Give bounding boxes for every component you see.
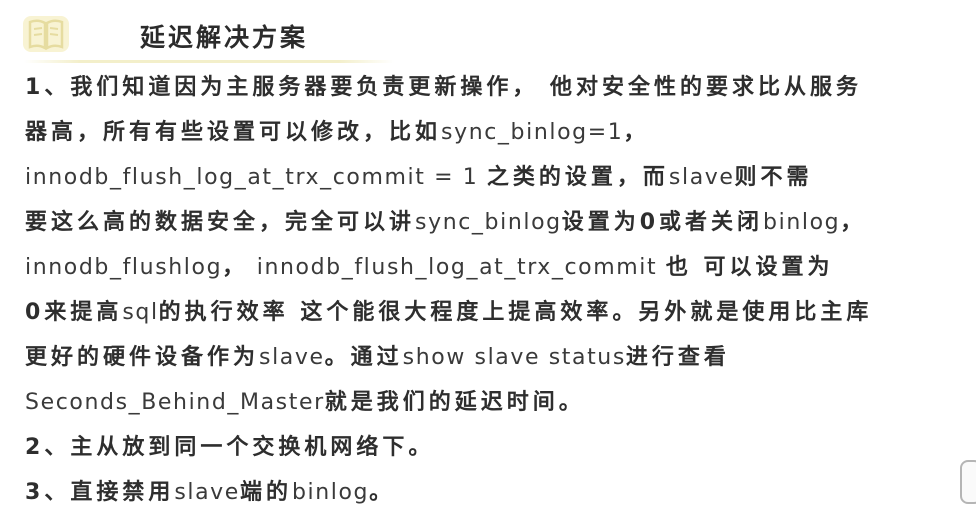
body-line-6: 0来提高sql的执行效率 这个能很大程度上提高效率。另外就是使用比主库 — [25, 300, 873, 325]
page-title: 延迟解决方案 — [140, 23, 309, 52]
body-line-10: 3、直接禁用slave端的binlog。 — [25, 480, 396, 505]
body-line-1: 1、我们知道因为主服务器要负责更新操作， 他对安全性的要求比从服务 — [25, 75, 863, 100]
body-line-5: innodb_flushlog， innodb_flush_log_at_trx… — [25, 255, 834, 280]
body-line-8: Seconds_Behind_Master就是我们的延迟时间。 — [25, 390, 585, 415]
scroll-handle[interactable] — [960, 460, 976, 504]
book-icon — [23, 16, 69, 52]
body-line-7: 更好的硬件设备作为slave。通过show slave status进行查看 — [25, 345, 730, 370]
body-line-9: 2、主从放到同一个交换机网络下。 — [25, 435, 435, 460]
title-underline — [24, 60, 394, 63]
body-line-2: 器高，所有有些设置可以修改，比如sync_binlog=1， — [25, 120, 650, 145]
slide-page: 延迟解决方案 1、我们知道因为主服务器要负责更新操作， 他对安全性的要求比从服务… — [0, 0, 976, 525]
body-line-4: 要这么高的数据安全，完全可以讲sync_binlog设置为0或者关闭binlog… — [25, 210, 867, 235]
body-line-3: innodb_flush_log_at_trx_commit = 1 之类的设置… — [25, 165, 813, 190]
